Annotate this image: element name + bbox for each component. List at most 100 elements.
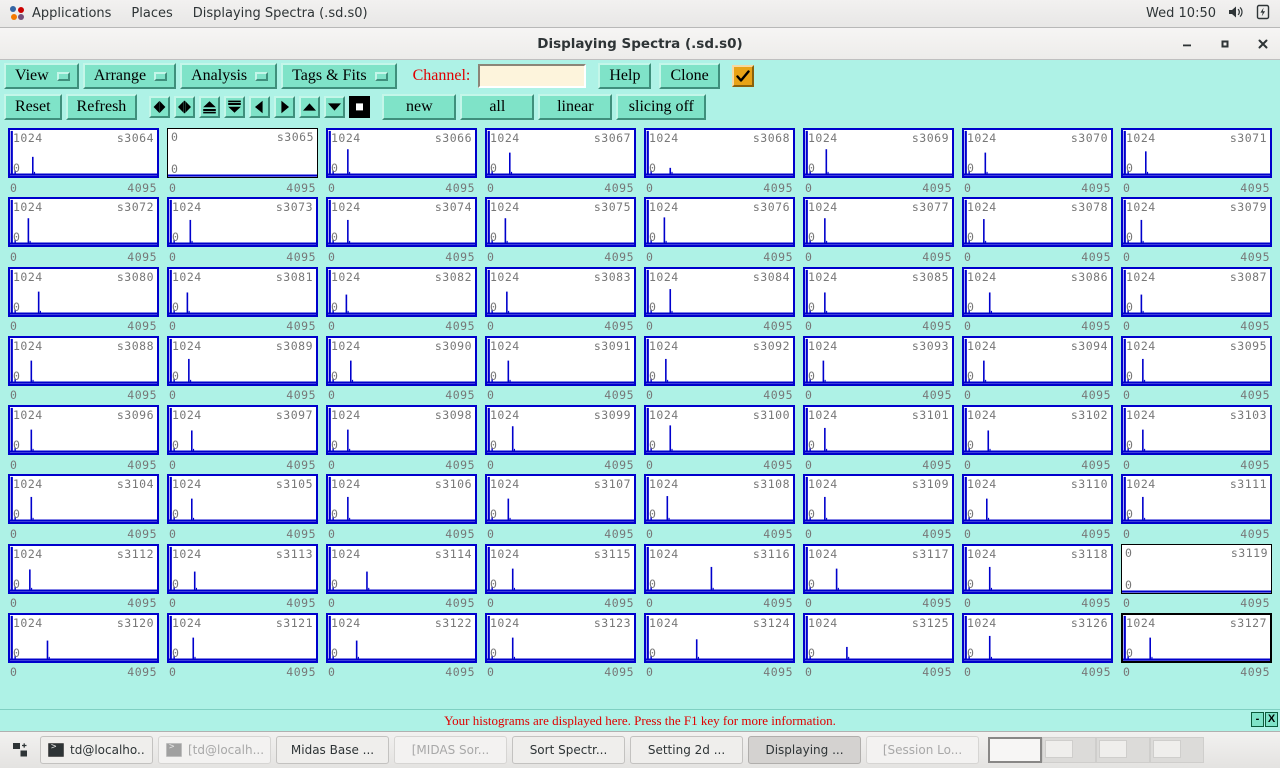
spectrum-plot-s3071[interactable]: 1024s30710 bbox=[1121, 128, 1272, 178]
taskbar-button[interactable]: td@localho... bbox=[40, 736, 153, 764]
spectrum-cell[interactable]: 1024s3108004095 bbox=[644, 474, 795, 543]
spectrum-plot-s3125[interactable]: 1024s31250 bbox=[803, 613, 954, 663]
spectrum-cell[interactable]: 1024s3078004095 bbox=[962, 197, 1113, 266]
spectrum-plot-s3102[interactable]: 1024s31020 bbox=[962, 405, 1113, 455]
workspace-button[interactable] bbox=[1150, 737, 1204, 763]
all-button[interactable]: all bbox=[460, 94, 534, 120]
spectrum-plot-s3095[interactable]: 1024s30950 bbox=[1121, 336, 1272, 386]
spectrum-plot-s3094[interactable]: 1024s30940 bbox=[962, 336, 1113, 386]
spectrum-plot-s3078[interactable]: 1024s30780 bbox=[962, 197, 1113, 247]
auto-update-checkbox[interactable] bbox=[732, 65, 754, 87]
expand-horizontal-icon[interactable] bbox=[174, 96, 195, 118]
spectrum-cell[interactable]: 1024s3073004095 bbox=[167, 197, 318, 266]
single-pane-icon[interactable] bbox=[349, 96, 370, 118]
menu-view[interactable]: View bbox=[4, 63, 79, 89]
status-close-button[interactable]: X bbox=[1265, 712, 1278, 727]
menu-analysis[interactable]: Analysis bbox=[180, 63, 277, 89]
menu-tags-and-fits[interactable]: Tags & Fits bbox=[281, 63, 396, 89]
scale-mode-button[interactable]: linear bbox=[538, 94, 612, 120]
spectrum-plot-s3114[interactable]: 1024s31140 bbox=[326, 544, 477, 594]
spectrum-cell[interactable]: 1024s3072004095 bbox=[8, 197, 159, 266]
taskbar-button[interactable]: Sort Spectr... bbox=[512, 736, 625, 764]
spectrum-cell[interactable]: 1024s3127004095 bbox=[1121, 613, 1272, 682]
spectrum-plot-s3080[interactable]: 1024s30800 bbox=[8, 267, 159, 317]
spectrum-cell[interactable]: 1024s3069004095 bbox=[803, 128, 954, 197]
spectrum-cell[interactable]: 1024s3077004095 bbox=[803, 197, 954, 266]
spectrum-plot-s3103[interactable]: 1024s31030 bbox=[1121, 405, 1272, 455]
spectrum-plot-s3083[interactable]: 1024s30830 bbox=[485, 267, 636, 317]
spectrum-cell[interactable]: 1024s3095004095 bbox=[1121, 336, 1272, 405]
spectrum-cell[interactable]: 1024s3107004095 bbox=[485, 474, 636, 543]
workspace-switcher[interactable] bbox=[988, 736, 1204, 764]
spectrum-plot-s3124[interactable]: 1024s31240 bbox=[644, 613, 795, 663]
spectrum-plot-s3066[interactable]: 1024s30660 bbox=[326, 128, 477, 178]
active-window-menu[interactable]: Displaying Spectra (.sd.s0) bbox=[183, 0, 378, 28]
spectrum-plot-s3122[interactable]: 1024s31220 bbox=[326, 613, 477, 663]
taskbar-button[interactable]: Displaying ... bbox=[748, 736, 861, 764]
spectrum-cell[interactable]: 1024s3126004095 bbox=[962, 613, 1113, 682]
spectrum-cell[interactable]: 1024s3117004095 bbox=[803, 544, 954, 613]
spectrum-cell[interactable]: 1024s3091004095 bbox=[485, 336, 636, 405]
spectrum-cell[interactable]: 1024s3080004095 bbox=[8, 267, 159, 336]
spectrum-cell[interactable]: 1024s3097004095 bbox=[167, 405, 318, 474]
spectrum-cell[interactable]: 1024s3121004095 bbox=[167, 613, 318, 682]
spectrum-plot-s3090[interactable]: 1024s30900 bbox=[326, 336, 477, 386]
spectrum-cell[interactable]: 1024s3115004095 bbox=[485, 544, 636, 613]
spectrum-cell[interactable]: 1024s3066004095 bbox=[326, 128, 477, 197]
spectrum-cell[interactable]: 1024s3102004095 bbox=[962, 405, 1113, 474]
spectrum-plot-s3110[interactable]: 1024s31100 bbox=[962, 474, 1113, 524]
spectrum-cell[interactable]: 1024s3101004095 bbox=[803, 405, 954, 474]
taskbar-button[interactable]: [MIDAS Sor... bbox=[394, 736, 507, 764]
spectrum-plot-s3082[interactable]: 1024s30820 bbox=[326, 267, 477, 317]
spectrum-plot-s3077[interactable]: 1024s30770 bbox=[803, 197, 954, 247]
spectrum-cell[interactable]: 1024s3098004095 bbox=[326, 405, 477, 474]
spectrum-cell[interactable]: 1024s3081004095 bbox=[167, 267, 318, 336]
spectrum-plot-s3123[interactable]: 1024s31230 bbox=[485, 613, 636, 663]
spectrum-plot-s3086[interactable]: 1024s30860 bbox=[962, 267, 1113, 317]
reset-button[interactable]: Reset bbox=[4, 94, 62, 120]
spectrum-cell[interactable]: 1024s3113004095 bbox=[167, 544, 318, 613]
spectrum-plot-s3108[interactable]: 1024s31080 bbox=[644, 474, 795, 524]
spectrum-cell[interactable]: 1024s3086004095 bbox=[962, 267, 1113, 336]
minimize-icon[interactable] bbox=[1176, 33, 1198, 55]
taskbar-button[interactable]: Setting 2d ... bbox=[630, 736, 743, 764]
refresh-button[interactable]: Refresh bbox=[66, 94, 138, 120]
help-button[interactable]: Help bbox=[598, 63, 651, 89]
status-minimize-button[interactable]: - bbox=[1251, 712, 1264, 727]
spectrum-cell[interactable]: 1024s3067004095 bbox=[485, 128, 636, 197]
spectrum-cell[interactable]: 1024s3123004095 bbox=[485, 613, 636, 682]
spectrum-cell[interactable]: 1024s3105004095 bbox=[167, 474, 318, 543]
spectrum-cell[interactable]: 1024s3090004095 bbox=[326, 336, 477, 405]
channel-input[interactable] bbox=[478, 64, 586, 88]
spectrum-cell[interactable]: 1024s3082004095 bbox=[326, 267, 477, 336]
spectrum-plot-s3116[interactable]: 1024s31160 bbox=[644, 544, 795, 594]
spectrum-plot-s3113[interactable]: 1024s31130 bbox=[167, 544, 318, 594]
spectrum-cell[interactable]: 1024s3064004095 bbox=[8, 128, 159, 197]
spectrum-plot-s3121[interactable]: 1024s31210 bbox=[167, 613, 318, 663]
spectrum-plot-s3099[interactable]: 1024s30990 bbox=[485, 405, 636, 455]
spectrum-plot-s3072[interactable]: 1024s30720 bbox=[8, 197, 159, 247]
workspace-button[interactable] bbox=[988, 737, 1042, 763]
clone-button[interactable]: Clone bbox=[659, 63, 719, 89]
spectrum-cell[interactable]: 1024s3099004095 bbox=[485, 405, 636, 474]
spectrum-cell[interactable]: 1024s3103004095 bbox=[1121, 405, 1272, 474]
next-spectrum-icon[interactable] bbox=[274, 96, 295, 118]
spectrum-plot-s3118[interactable]: 1024s31180 bbox=[962, 544, 1113, 594]
spectrum-cell[interactable]: 0s3119004095 bbox=[1121, 544, 1272, 613]
spectrum-cell[interactable]: 1024s3109004095 bbox=[803, 474, 954, 543]
places-menu[interactable]: Places bbox=[121, 0, 182, 28]
spectrum-plot-s3127[interactable]: 1024s31270 bbox=[1121, 613, 1272, 663]
speaker-icon[interactable] bbox=[1228, 5, 1244, 23]
taskbar-button[interactable]: Midas Base ... bbox=[276, 736, 389, 764]
spectrum-plot-s3067[interactable]: 1024s30670 bbox=[485, 128, 636, 178]
spectrum-plot-s3092[interactable]: 1024s30920 bbox=[644, 336, 795, 386]
first-spectrum-icon[interactable] bbox=[149, 96, 170, 118]
spectrum-plot-s3104[interactable]: 1024s31040 bbox=[8, 474, 159, 524]
maximize-icon[interactable] bbox=[1214, 33, 1236, 55]
spectrum-cell[interactable]: 1024s3100004095 bbox=[644, 405, 795, 474]
spectrum-plot-s3069[interactable]: 1024s30690 bbox=[803, 128, 954, 178]
spectrum-cell[interactable]: 1024s3088004095 bbox=[8, 336, 159, 405]
spectrum-plot-s3097[interactable]: 1024s30970 bbox=[167, 405, 318, 455]
spectrum-cell[interactable]: 1024s3094004095 bbox=[962, 336, 1113, 405]
spectrum-cell[interactable]: 1024s3087004095 bbox=[1121, 267, 1272, 336]
